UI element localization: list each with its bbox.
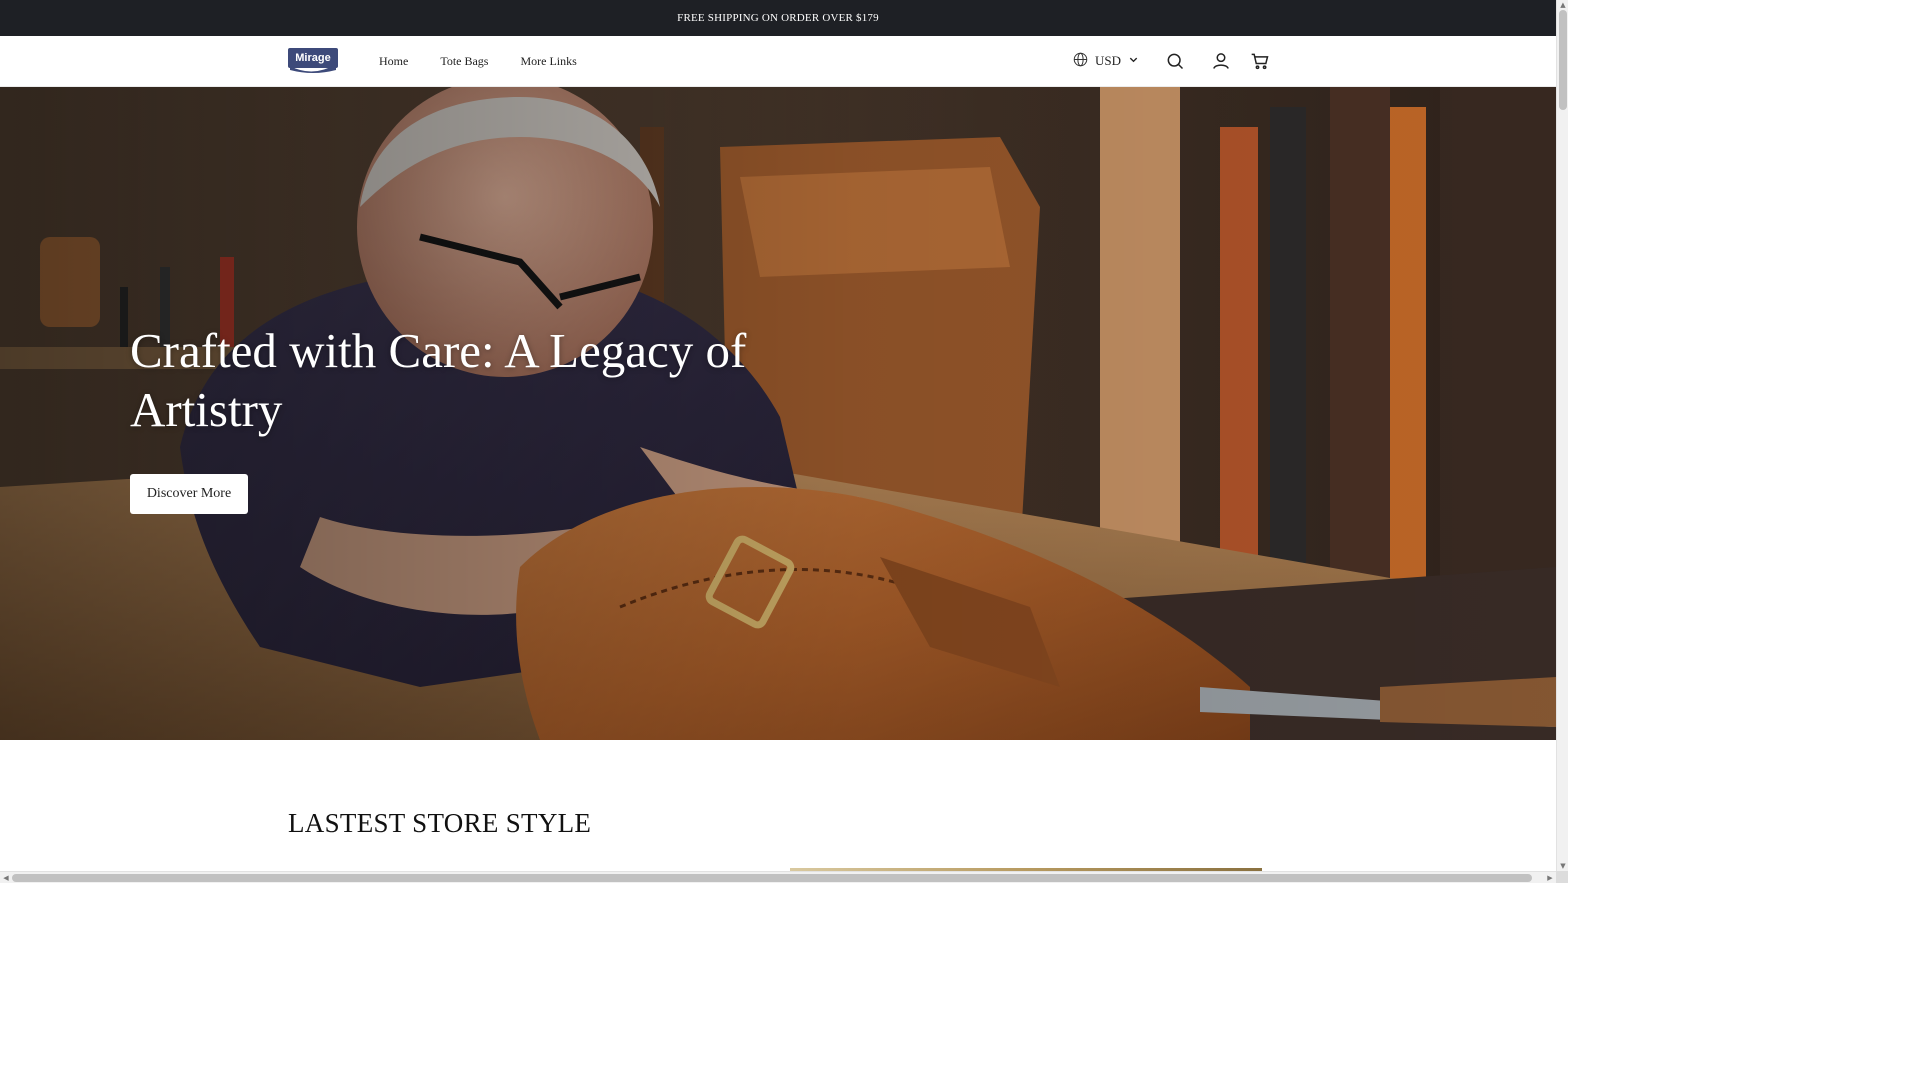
globe-icon (1073, 52, 1088, 71)
nav-home[interactable]: Home (379, 54, 408, 69)
account-icon[interactable] (1211, 51, 1231, 71)
site-header: Mirage Home Tote Bags More Links USD (0, 36, 1556, 87)
nav-tote-bags[interactable]: Tote Bags (440, 54, 488, 69)
logo-wordmark: Mirage (295, 52, 330, 64)
announcement-text: FREE SHIPPING ON ORDER OVER $179 (677, 12, 879, 24)
scroll-right-icon[interactable]: ▶ (1544, 872, 1556, 884)
store-logo[interactable]: Mirage (288, 48, 338, 74)
scrollbar-corner (1556, 871, 1568, 883)
cart-icon[interactable] (1250, 51, 1270, 71)
section-title: LASTEST STORE STYLE (288, 808, 592, 838)
scroll-up-icon[interactable]: ▲ (1557, 0, 1569, 10)
currency-label: USD (1095, 53, 1122, 68)
currency-selector[interactable]: USD (1073, 50, 1139, 72)
hero-banner: Crafted with Care: A Legacy of Artistry … (0, 87, 1556, 740)
main-nav: Home Tote Bags More Links (379, 36, 577, 87)
horizontal-scrollbar[interactable]: ◀ ▶ (0, 871, 1556, 883)
hero-title: Crafted with Care: A Legacy of Artistry (130, 323, 747, 437)
vertical-scroll-thumb[interactable] (1559, 10, 1567, 110)
vertical-scrollbar[interactable]: ▲ ▼ (1556, 0, 1568, 871)
horizontal-scroll-thumb[interactable] (12, 874, 1532, 882)
announcement-bar: FREE SHIPPING ON ORDER OVER $179 (0, 0, 1556, 36)
discover-more-button[interactable]: Discover More (130, 474, 248, 514)
nav-more-links[interactable]: More Links (520, 54, 576, 69)
scroll-down-icon[interactable]: ▼ (1557, 861, 1569, 871)
chevron-down-icon (1128, 53, 1139, 69)
scroll-left-icon[interactable]: ◀ (0, 872, 12, 884)
search-icon[interactable] (1165, 51, 1185, 71)
